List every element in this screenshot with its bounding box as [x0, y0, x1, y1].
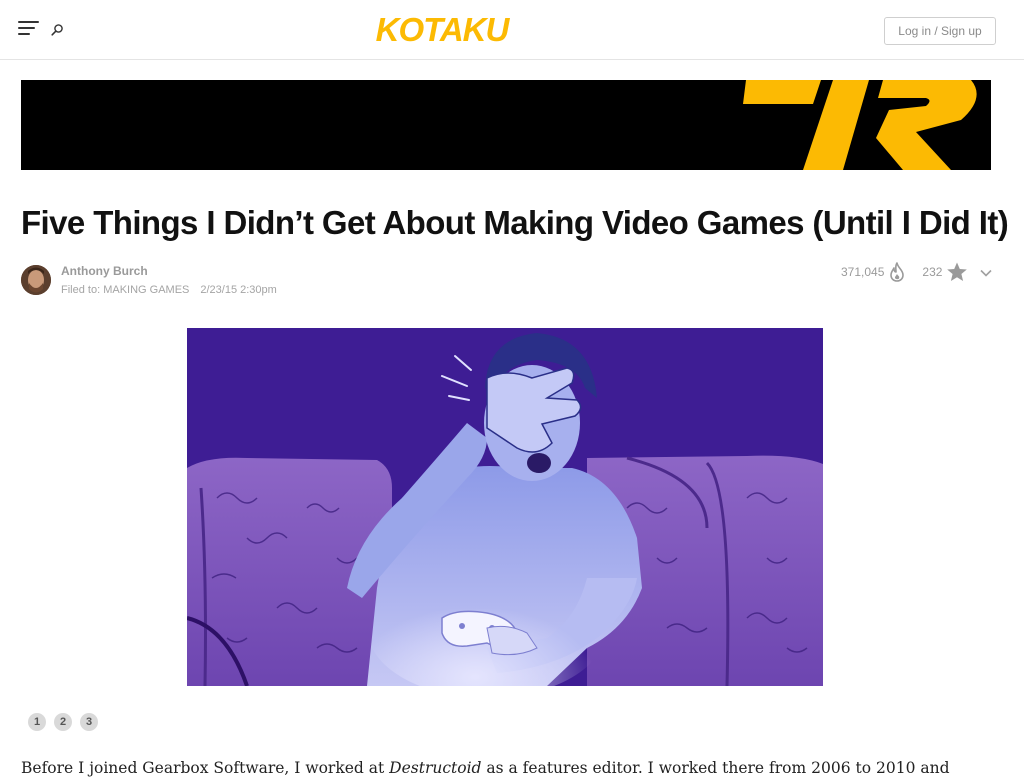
article-illustration	[187, 328, 823, 686]
author-avatar[interactable]	[21, 265, 51, 295]
intro-text-end: as a features editor. I worked there fro…	[481, 759, 950, 777]
chevron-down-icon[interactable]	[979, 268, 993, 278]
login-signup-button[interactable]: Log in / Sign up	[884, 17, 996, 45]
category-link[interactable]: MAKING GAMES	[103, 284, 189, 296]
search-icon[interactable]	[49, 22, 65, 38]
kotaku-logo[interactable]: KOTAKU	[355, 11, 529, 48]
view-count: 371,045	[841, 265, 885, 279]
intro-publication-name: Destructoid	[389, 759, 482, 777]
article-intro-paragraph: Before I joined Gearbox Software, I work…	[21, 756, 1001, 780]
banner-k-graphic	[743, 80, 977, 170]
intro-text-start: Before I joined Gearbox Software, I work…	[21, 759, 390, 777]
site-header: KOTAKU Log in / Sign up	[0, 0, 1024, 60]
page-dot-1[interactable]: 1	[28, 713, 46, 731]
filed-to-line: Filed to: MAKING GAMES 2/23/15 2:30pm	[61, 284, 277, 296]
publish-date: 2/23/15 2:30pm	[200, 284, 277, 296]
like-count: 232	[922, 265, 943, 279]
filed-to-prefix: Filed to:	[61, 284, 104, 296]
logo-wordmark: KOTAKU	[376, 12, 511, 48]
kotaku-banner	[21, 80, 991, 170]
gallery-pagination: 1 2 3	[28, 713, 98, 731]
hamburger-icon[interactable]	[18, 20, 40, 38]
page-dot-2[interactable]: 2	[54, 713, 72, 731]
page-dot-3[interactable]: 3	[80, 713, 98, 731]
author-name[interactable]: Anthony Burch	[61, 264, 148, 278]
star-icon[interactable]	[946, 261, 968, 283]
article-title: Five Things I Didn’t Get About Making Vi…	[21, 204, 1009, 241]
flame-icon	[890, 262, 905, 282]
article-stats: 371,045 232	[841, 260, 968, 284]
